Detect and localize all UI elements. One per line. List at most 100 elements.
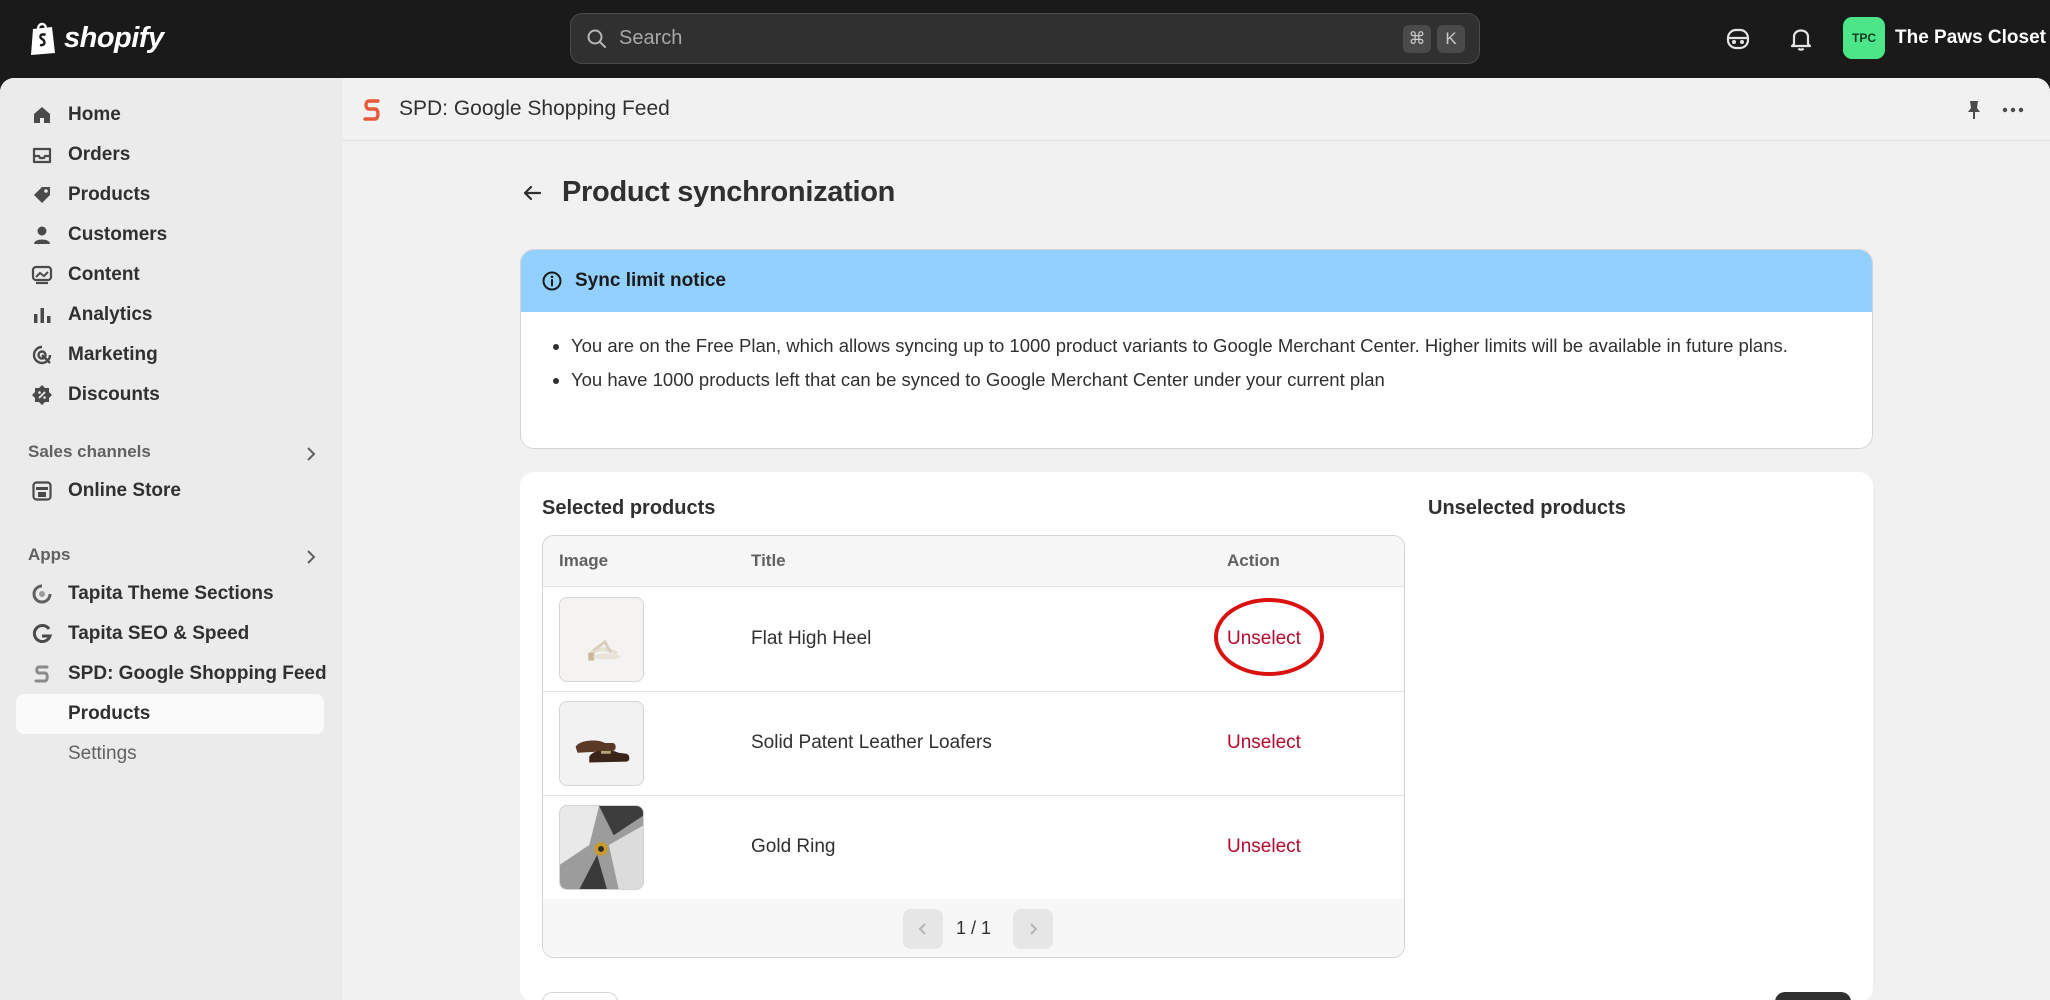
product-thumbnail-sandal bbox=[559, 597, 644, 682]
home-icon bbox=[34, 107, 50, 123]
sidebar-item-label: Products bbox=[68, 184, 151, 205]
table-row: Gold Ring Unselect bbox=[543, 796, 1404, 900]
shortcut-k-key: K bbox=[1437, 24, 1465, 53]
sidebar-item-home[interactable]: Home bbox=[16, 95, 324, 135]
search-placeholder: Search bbox=[619, 27, 683, 49]
product-title: Solid Patent Leather Loafers bbox=[751, 732, 992, 753]
sidebar-item-label: Marketing bbox=[68, 344, 158, 365]
table-header: Image Title Action bbox=[543, 536, 1404, 587]
bell-icon[interactable] bbox=[1786, 24, 1816, 54]
column-header-action: Action bbox=[1227, 551, 1280, 570]
product-title: Gold Ring bbox=[751, 836, 836, 857]
unselect-button[interactable]: Unselect bbox=[1227, 836, 1301, 858]
pagination: 1 / 1 bbox=[543, 899, 1404, 957]
next-page-button[interactable] bbox=[1013, 909, 1053, 949]
column-header-title: Title bbox=[751, 551, 786, 570]
sidekick-icon[interactable] bbox=[1723, 24, 1753, 54]
product-title: Flat High Heel bbox=[751, 628, 872, 649]
sidebar-item-label: Tapita Theme Sections bbox=[68, 583, 274, 604]
secondary-action-button[interactable] bbox=[542, 992, 618, 1000]
person-icon bbox=[34, 226, 50, 244]
ring-image bbox=[560, 806, 643, 889]
banner-list-item: You have 1000 products left that can be … bbox=[553, 366, 1832, 394]
product-thumbnail-loafer bbox=[559, 701, 644, 786]
sidebar-item-orders[interactable]: Orders bbox=[16, 135, 324, 175]
top-bar: shopify Search ⌘ K TPC The Paws Closet bbox=[0, 0, 2050, 78]
sidebar-item-label: Content bbox=[68, 264, 140, 285]
selected-products-title: Selected products bbox=[542, 497, 716, 519]
sidebar-item-discounts[interactable]: Discounts bbox=[16, 375, 324, 415]
spd-logo-icon bbox=[363, 99, 380, 121]
unselect-button[interactable]: Unselect bbox=[1227, 732, 1301, 754]
sidebar-item-label: Analytics bbox=[68, 304, 153, 325]
sidebar-item-tapita-seo[interactable]: Tapita SEO & Speed bbox=[16, 614, 324, 654]
page-indicator: 1 / 1 bbox=[955, 918, 992, 938]
bar-chart-icon bbox=[34, 308, 51, 323]
sandal-image bbox=[560, 598, 643, 681]
sidebar-item-marketing[interactable]: Marketing bbox=[16, 335, 324, 375]
store-icon bbox=[32, 481, 52, 501]
sidebar-item-label: Customers bbox=[68, 224, 168, 245]
sidebar-item-label: Home bbox=[68, 104, 121, 125]
sync-limit-banner: Sync limit notice You are on the Free Pl… bbox=[520, 249, 1873, 449]
info-icon bbox=[542, 271, 562, 291]
sidebar-item-spd-google-shopping-feed[interactable]: SPD: Google Shopping Feed bbox=[16, 654, 327, 694]
tapita-seo-icon bbox=[32, 624, 53, 643]
store-name: The Paws Closet bbox=[1895, 27, 2046, 48]
app-title: SPD: Google Shopping Feed bbox=[399, 97, 670, 120]
sidebar-item-analytics[interactable]: Analytics bbox=[16, 295, 324, 335]
shopify-logo[interactable]: shopify bbox=[28, 18, 164, 58]
banner-list-item: You are on the Free Plan, which allows s… bbox=[553, 332, 1832, 360]
chevron-right-icon[interactable] bbox=[302, 548, 320, 566]
sales-channels-heading: Sales channels bbox=[28, 442, 151, 461]
sidebar-item-tapita-theme-sections[interactable]: Tapita Theme Sections bbox=[16, 574, 324, 614]
primary-action-button[interactable] bbox=[1775, 992, 1851, 1000]
column-header-image: Image bbox=[559, 551, 609, 570]
unselect-button[interactable]: Unselect bbox=[1227, 628, 1301, 650]
inbox-icon bbox=[32, 147, 52, 164]
page-title: Product synchronization bbox=[562, 176, 896, 208]
spd-icon bbox=[34, 665, 49, 683]
shopify-wordmark: shopify bbox=[64, 21, 164, 54]
apps-heading: Apps bbox=[28, 545, 71, 564]
sidebar-item-label: Settings bbox=[68, 743, 137, 764]
search-bar[interactable]: Search ⌘ K bbox=[570, 13, 1480, 64]
unselected-products-title: Unselected products bbox=[1428, 497, 1626, 519]
back-arrow-icon[interactable] bbox=[520, 181, 544, 205]
product-selection-card: Selected products Unselected products Im… bbox=[520, 472, 1873, 1000]
sidebar-subitem-products[interactable]: Products bbox=[16, 694, 324, 734]
banner-title: Sync limit notice bbox=[575, 270, 726, 291]
admin-shell: Home Orders Products Customers Content A… bbox=[0, 78, 2050, 1000]
target-icon bbox=[32, 345, 52, 365]
main-content: SPD: Google Shopping Feed Product synchr… bbox=[342, 78, 2050, 1000]
banner-header: Sync limit notice bbox=[521, 250, 1872, 312]
app-title-bar: SPD: Google Shopping Feed bbox=[342, 78, 2050, 141]
sidebar-item-label: Tapita SEO & Speed bbox=[68, 623, 250, 644]
sidebar-item-label: SPD: Google Shopping Feed bbox=[68, 663, 327, 684]
sidebar-item-online-store[interactable]: Online Store bbox=[16, 471, 324, 511]
tapita-sections-icon bbox=[32, 584, 52, 604]
more-actions-icon[interactable] bbox=[2000, 98, 2026, 122]
sidebar-item-label: Products bbox=[68, 703, 151, 724]
store-avatar: TPC bbox=[1843, 17, 1885, 59]
shopify-bag-icon bbox=[31, 22, 55, 55]
page-header: Product synchronization bbox=[520, 176, 895, 209]
sidebar-item-customers[interactable]: Customers bbox=[16, 215, 324, 255]
store-menu[interactable]: TPC The Paws Closet bbox=[1843, 17, 2046, 59]
loafer-image bbox=[560, 702, 643, 785]
sidebar-item-products[interactable]: Products bbox=[16, 175, 324, 215]
chevron-right-icon[interactable] bbox=[302, 445, 320, 463]
shortcut-command-key: ⌘ bbox=[1403, 24, 1431, 53]
pin-icon[interactable] bbox=[1962, 98, 1986, 122]
search-icon bbox=[587, 29, 606, 48]
sidebar-subitem-settings[interactable]: Settings bbox=[16, 734, 324, 774]
chevron-right-icon bbox=[1030, 923, 1038, 935]
image-icon bbox=[31, 265, 53, 285]
table-row: Solid Patent Leather Loafers Unselect bbox=[543, 692, 1404, 796]
sidebar-item-label: Orders bbox=[68, 144, 131, 165]
table-row: Flat High Heel Unselect bbox=[543, 588, 1404, 692]
product-thumbnail-ring bbox=[559, 805, 644, 890]
sidebar-item-label: Online Store bbox=[68, 480, 181, 501]
sidebar-item-content[interactable]: Content bbox=[16, 255, 324, 295]
banner-list: You are on the Free Plan, which allows s… bbox=[521, 312, 1872, 394]
